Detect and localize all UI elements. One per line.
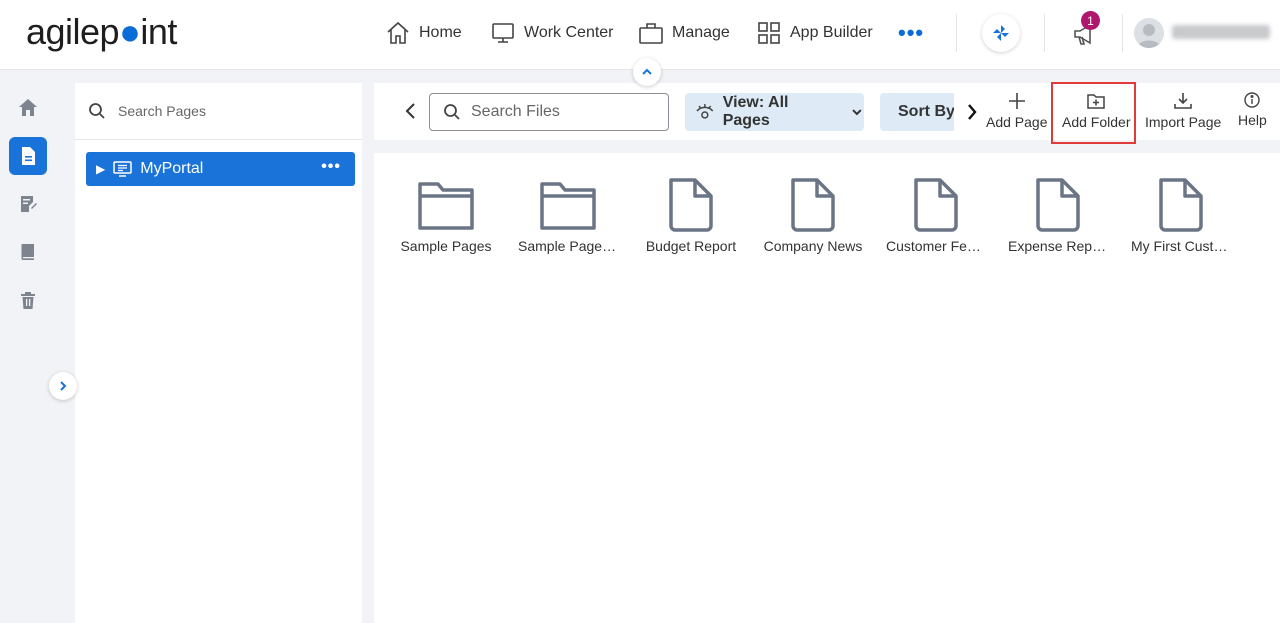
file-tile-page[interactable]: Customer Feedback	[886, 178, 986, 254]
tree-item-more-button[interactable]: •••	[321, 158, 341, 176]
chevron-right-icon	[60, 381, 67, 391]
import-page-label: Import Page	[1145, 114, 1222, 130]
sort-by-dropdown[interactable]: AZ Sort By	[880, 93, 954, 131]
rail-library[interactable]	[9, 233, 47, 271]
pages-search-box	[75, 83, 362, 140]
book-icon	[21, 244, 34, 260]
nav-manage[interactable]: Manage	[638, 18, 730, 48]
rail-home[interactable]	[9, 89, 47, 127]
nav-app-builder[interactable]: App Builder	[756, 18, 873, 48]
divider	[1044, 14, 1045, 52]
divider	[956, 14, 957, 52]
ai-assistant-button[interactable]	[982, 14, 1020, 52]
sort-by-label: Sort By	[898, 103, 954, 120]
file-tile-page[interactable]: Company News	[763, 178, 863, 254]
username-blurred[interactable]	[1172, 25, 1270, 39]
file-tile-page[interactable]: Budget Report	[641, 178, 741, 254]
file-tile-label: Sample Pages Folder	[518, 238, 618, 254]
rail-trash[interactable]	[9, 281, 47, 319]
search-icon	[89, 103, 105, 119]
briefcase-icon	[639, 23, 663, 44]
nav-manage-label: Manage	[672, 24, 730, 41]
add-page-label: Add Page	[986, 114, 1048, 130]
avatar[interactable]	[1134, 18, 1164, 48]
document-icon	[1036, 178, 1080, 232]
expand-triangle-icon[interactable]: ▶	[96, 162, 105, 176]
help-button[interactable]: Help	[1238, 91, 1267, 128]
user-icon	[1137, 24, 1161, 48]
file-tile-folder[interactable]: Sample Pages Folder	[518, 178, 618, 254]
add-page-button[interactable]: Add Page	[986, 91, 1048, 130]
nav-work-center-label: Work Center	[524, 24, 614, 41]
file-search-box	[429, 93, 669, 131]
plus-icon	[1008, 93, 1025, 109]
left-rail	[0, 71, 62, 623]
chevron-right-icon	[968, 104, 977, 120]
chevron-left-icon	[405, 103, 415, 119]
info-icon	[1244, 92, 1261, 108]
document-icon	[791, 178, 835, 232]
back-button[interactable]	[404, 102, 418, 125]
add-folder-highlight-box	[1051, 82, 1136, 144]
pinwheel-icon	[993, 25, 1009, 41]
file-tile-label: My First Custom Page	[1131, 238, 1231, 254]
tree-item-myportal[interactable]: ▶ MyPortal •••	[86, 152, 355, 186]
trash-icon	[21, 292, 35, 309]
notification-badge: 1	[1081, 11, 1100, 30]
view-filter-label: View: All Pages	[722, 94, 789, 129]
chevron-down-icon	[852, 109, 862, 116]
folder-icon	[540, 182, 596, 230]
download-icon	[1174, 93, 1192, 109]
home-icon	[19, 99, 37, 116]
view-eye-icon	[696, 104, 714, 119]
agilepoint-logo[interactable]: agilep●int	[26, 12, 177, 52]
file-tile-label: Customer Feedback	[886, 238, 986, 254]
form-icon	[21, 196, 37, 212]
file-grid: Sample Pages Sample Pages Folder Budget …	[374, 153, 1280, 623]
import-page-button[interactable]: Import Page	[1145, 91, 1221, 130]
nav-more-button[interactable]: •••	[898, 22, 924, 44]
help-label: Help	[1238, 112, 1267, 128]
nav-work-center[interactable]: Work Center	[490, 18, 614, 48]
tree-item-label: MyPortal	[140, 160, 204, 177]
file-tile-folder[interactable]: Sample Pages	[396, 178, 496, 254]
file-tile-label: Sample Pages	[400, 238, 492, 254]
search-files-input[interactable]	[471, 103, 651, 121]
document-icon	[1159, 178, 1203, 232]
page-icon	[22, 147, 35, 165]
file-tile-label: Expense Report	[1008, 238, 1108, 254]
home-icon	[387, 21, 409, 44]
monitor-icon	[492, 23, 514, 43]
file-tile-page[interactable]: My First Custom Page	[1131, 178, 1231, 254]
toolbar-scroll-right-button[interactable]	[966, 103, 978, 126]
search-pages-input[interactable]	[118, 103, 338, 119]
expand-rail-button[interactable]	[49, 372, 77, 400]
nav-home-label: Home	[419, 24, 462, 41]
pages-panel: ▶ MyPortal •••	[75, 83, 362, 623]
chevron-up-icon	[642, 68, 652, 75]
file-tile-label: Budget Report	[645, 238, 737, 254]
grid-icon	[758, 22, 780, 44]
folder-icon	[418, 182, 474, 230]
rail-pages[interactable]	[9, 137, 47, 175]
file-toolbar: View: All Pages AZ Sort By Add Page Add …	[374, 83, 1280, 140]
nav-home[interactable]: Home	[385, 18, 462, 48]
file-tile-page[interactable]: Expense Report	[1008, 178, 1108, 254]
nav-app-builder-label: App Builder	[790, 24, 873, 41]
rail-forms[interactable]	[9, 185, 47, 223]
portal-icon	[113, 160, 132, 177]
document-icon	[669, 178, 713, 232]
collapse-header-button[interactable]	[633, 58, 661, 86]
file-tile-label: Company News	[763, 238, 863, 254]
document-icon	[914, 178, 958, 232]
search-icon	[444, 104, 460, 120]
divider	[1122, 14, 1123, 52]
view-filter-dropdown[interactable]: View: All Pages	[685, 93, 864, 131]
